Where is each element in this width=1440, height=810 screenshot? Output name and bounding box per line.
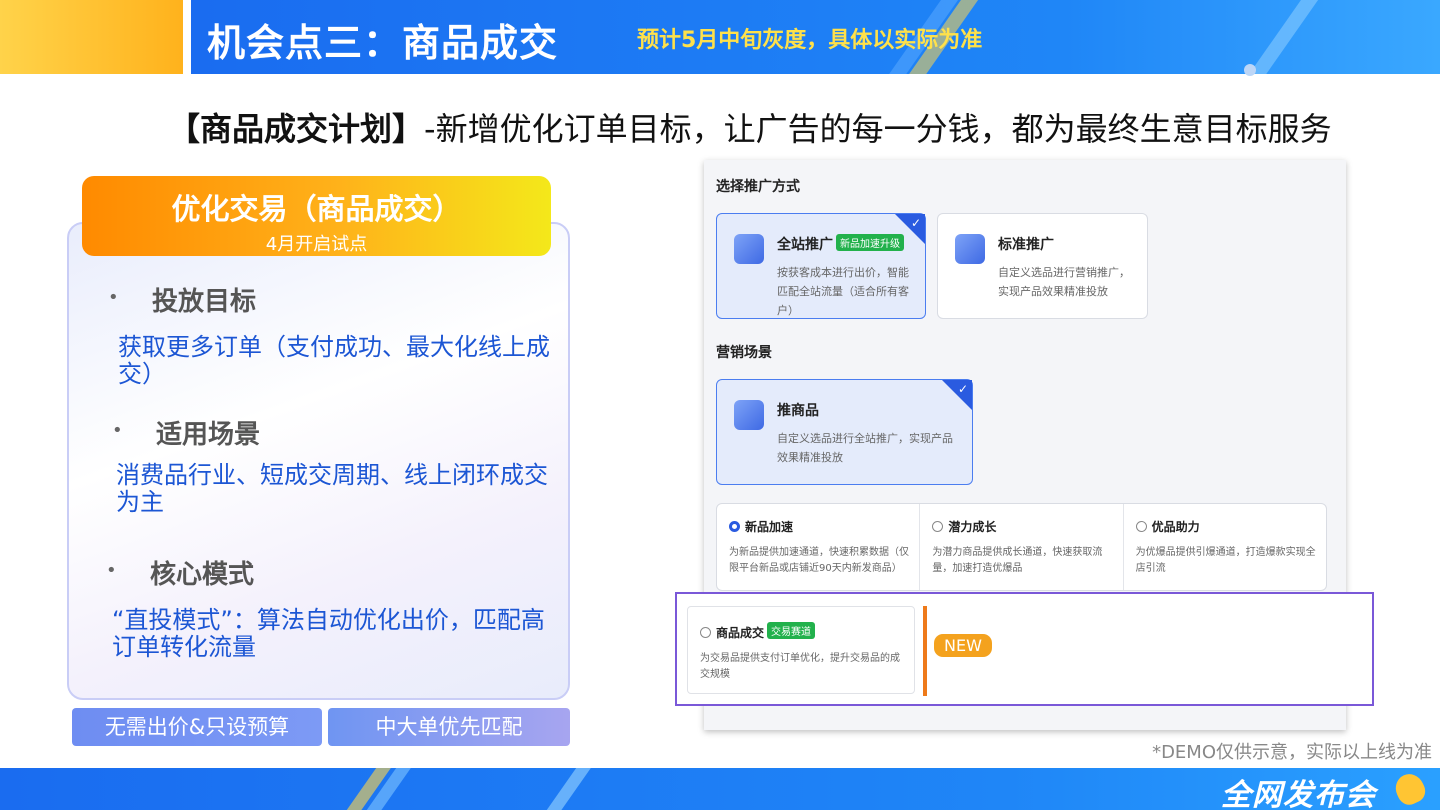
bullet: • [112,420,123,441]
sub-option-title: 新品加速 [745,520,794,534]
sub-option-new[interactable]: 新品加速 为新品提供加速通道，快速积累数据（仅限平台新品或店铺近90天内新发商品… [717,504,921,590]
header-bar: 机会点三：商品成交 预计5月中旬灰度，具体以实际为准 [191,0,1440,74]
page-subtitle: 预计5月中旬灰度，具体以实际为准 [637,28,983,53]
option-tag: 新品加速升级 [836,234,904,251]
feature-pill: 无需出价&只设预算 [72,708,322,746]
promo-label: 选择推广方式 [716,179,800,195]
check-icon: ✓ [957,382,968,396]
option-title: 全站推广 新品加速升级 [777,234,904,254]
sub-option-desc: 为优爆品提供引爆通道，打造爆款实现全店引流 [1135,547,1316,574]
option-desc: 按获客成本进行出价，智能匹配全站流量（适合所有客户） [777,266,909,317]
footer-logo: 全网发布会 [1221,778,1376,810]
radio-icon[interactable] [932,521,944,532]
option-tag: 交易赛道 [767,622,816,639]
radio-icon[interactable] [1135,521,1147,532]
page-title: 机会点三：商品成交 [207,21,559,65]
bullet: • [108,287,119,308]
feature-pill: 中大单优先匹配 [328,708,570,746]
new-badge: NEW [934,634,992,657]
decor-dot [1244,64,1256,76]
scene-option-product[interactable]: 推商品 自定义选品进行全站推广，实现产品效果精准投放 ✓ [716,379,973,485]
sub-option-growth[interactable]: 潜力成长 为潜力商品提供成长通道，快速获取流量，加速打造优爆品 [920,504,1124,590]
bullet: • [106,560,117,581]
option-desc: 自定义选品进行营销推广，实现产品效果精准投放 [998,266,1130,298]
section-desc: 消费品行业、短成交周期、线上闭环成交为主 [116,461,548,516]
document-icon [955,234,985,264]
sub-option-title: 商品成交 [716,626,765,640]
megaphone-icon [1390,769,1430,809]
section-desc: “直投模式”：算法自动优化出价，匹配高订单转化流量 [112,606,545,661]
accent-line [923,606,927,696]
sub-option-desc: 为交易品提供支付订单优化，提升交易品的成交规模 [700,653,900,680]
sub-option-desc: 为潜力商品提供成长通道，快速获取流量，加速打造优爆品 [932,547,1103,574]
scene-label: 营销场景 [716,345,772,361]
headline-rest: -新增优化订单目标，让广告的每一分钱，都为最终生意目标服务 [424,110,1332,148]
demo-note: *DEMO仅供示意，实际以上线为准 [1152,742,1432,763]
chart-icon [734,234,764,264]
header-accent-block [0,0,183,74]
decor-stripe [541,768,591,810]
bag-icon [734,400,764,430]
sub-option-title: 优品助力 [1151,520,1200,534]
sub-option-title: 潜力成长 [948,520,997,534]
section-title: 适用场景 [156,420,261,450]
option-title: 推商品 [777,403,819,419]
section-title: 核心模式 [150,560,255,590]
banner-subtitle: 4月开启试点 [265,234,368,255]
section-desc: 获取更多订单（支付成功、最大化线上成交） [118,333,550,388]
card-banner: 优化交易（商品成交） 4月开启试点 [82,176,551,256]
sub-option-row: 新品加速 为新品提供加速通道，快速积累数据（仅限平台新品或店铺近90天内新发商品… [716,503,1327,591]
highlight-box: 商品成交 交易赛道 为交易品提供支付订单优化，提升交易品的成交规模 NEW [675,592,1374,706]
banner-title: 优化交易（商品成交） [171,192,462,226]
section-title: 投放目标 [152,287,257,317]
decor-stripe [1234,0,1322,74]
promo-option-standard[interactable]: 标准推广 自定义选品进行营销推广，实现产品效果精准投放 [937,213,1148,319]
headline: 【商品成交计划】-新增优化订单目标，让广告的每一分钱，都为最终生意目标服务 [168,104,1332,150]
sub-option-boost[interactable]: 优品助力 为优爆品提供引爆通道，打造爆款实现全店引流 [1124,504,1326,590]
radio-icon[interactable] [729,521,740,532]
option-desc: 自定义选品进行全站推广，实现产品效果精准投放 [777,432,953,464]
sub-option-deal[interactable]: 商品成交 交易赛道 为交易品提供支付订单优化，提升交易品的成交规模 [687,606,915,694]
promo-option-fullsite[interactable]: 全站推广 新品加速升级 按获客成本进行出价，智能匹配全站流量（适合所有客户） ✓ [716,213,926,319]
radio-icon[interactable] [700,627,711,638]
check-icon: ✓ [910,216,921,230]
sub-option-desc: 为新品提供加速通道，快速积累数据（仅限平台新品或店铺近90天内新发商品） [729,547,909,574]
headline-bold: 【商品成交计划】 [168,110,425,148]
option-title: 标准推广 [998,237,1054,253]
footer-bar: 全网发布会 [0,768,1440,810]
